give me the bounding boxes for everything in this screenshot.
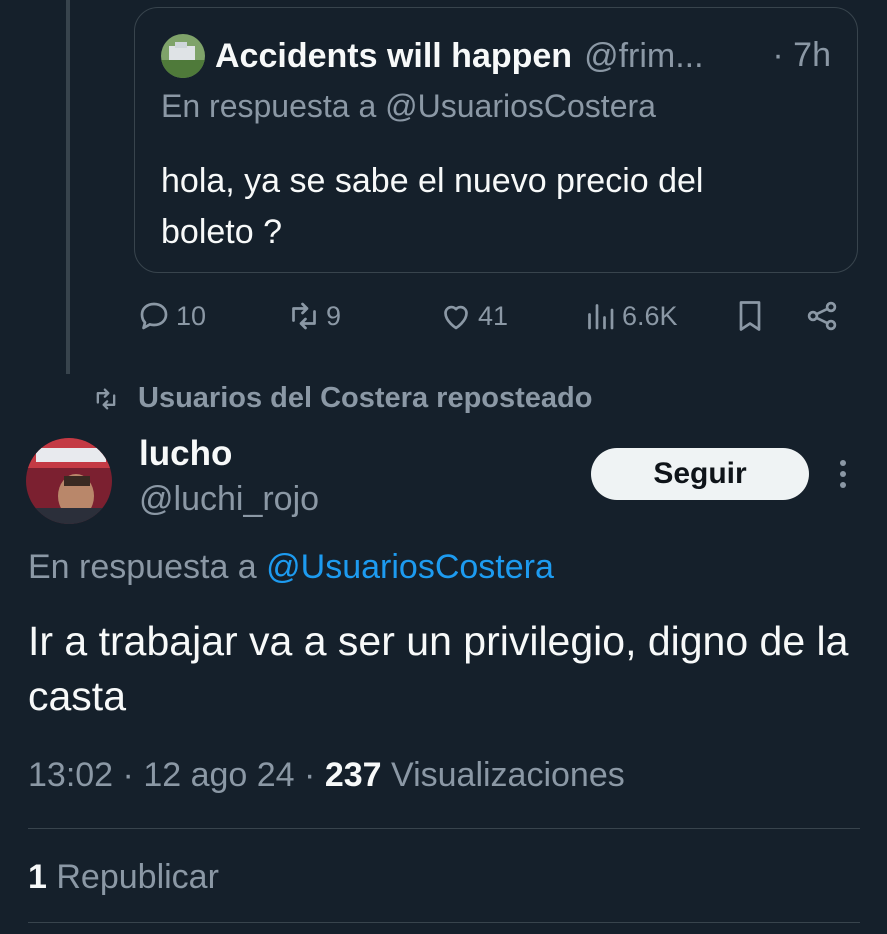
views-icon: [588, 304, 614, 330]
reply-mention[interactable]: @UsuariosCostera: [266, 548, 554, 586]
more-icon[interactable]: [830, 456, 856, 492]
quoted-reply-mention[interactable]: @UsuariosCostera: [385, 88, 656, 124]
quoted-author-name[interactable]: Accidents will happen: [215, 37, 572, 76]
reply-button[interactable]: 10: [136, 298, 206, 334]
repost-button[interactable]: 9: [286, 298, 341, 334]
quoted-tweet-time[interactable]: · 7h: [772, 36, 831, 75]
repost-count: 9: [326, 300, 342, 331]
divider: [28, 922, 860, 923]
reply-count: 10: [176, 300, 207, 331]
tweet-text: Ir a trabajar va a ser un privilegio, di…: [28, 618, 849, 719]
quoted-author-avatar[interactable]: [161, 34, 205, 78]
repost-icon: [96, 388, 116, 409]
quoted-tweet[interactable]: Accidents will happen @frim... · 7h En r…: [134, 7, 858, 273]
reply-context: En respuesta a @UsuariosCostera: [28, 548, 554, 587]
views-count: 6.6K: [622, 300, 678, 331]
divider: [28, 828, 860, 829]
repost-banner-text: Usuarios del Costera reposteado: [138, 382, 593, 414]
reposts-summary[interactable]: 1 Republicar: [28, 858, 219, 897]
reply-icon: [140, 302, 168, 330]
tweet-date[interactable]: 12 ago 24: [143, 756, 294, 794]
repost-banner[interactable]: Usuarios del Costera reposteado: [92, 382, 592, 415]
meta-separator: ·: [304, 756, 316, 794]
author-avatar[interactable]: [26, 438, 112, 524]
share-icon: [807, 301, 837, 331]
views-button[interactable]: 6.6K: [582, 298, 678, 334]
quoted-author-handle[interactable]: @frim...: [584, 37, 704, 76]
quoted-reply-context: En respuesta a @UsuariosCostera: [161, 88, 656, 125]
reposts-label: Republicar: [56, 858, 219, 896]
author-name[interactable]: lucho: [139, 434, 232, 474]
quoted-tweet-text: hola, ya se sabe el nuevo precio del bol…: [161, 162, 704, 251]
author-handle[interactable]: @luchi_rojo: [139, 480, 319, 519]
bookmark-button[interactable]: [732, 298, 768, 334]
like-icon: [444, 305, 468, 330]
tweet-meta: 13:02 · 12 ago 24 · 237 Visualizaciones: [28, 756, 625, 795]
quoted-reply-prefix: En respuesta a: [161, 88, 377, 124]
bookmark-icon: [739, 301, 761, 331]
views-label: Visualizaciones: [391, 756, 625, 794]
like-count: 41: [478, 300, 509, 331]
reposts-total: 1: [28, 858, 47, 896]
views-total: 237: [324, 756, 382, 794]
quoted-tweet-header: Accidents will happen @frim...: [161, 34, 704, 78]
like-button[interactable]: 41: [438, 298, 508, 334]
reply-prefix: En respuesta a: [28, 548, 257, 586]
meta-separator: ·: [122, 756, 134, 794]
quoted-tweet-actions: 10 9 41 6.6K: [0, 298, 887, 344]
repost-icon: [292, 302, 316, 330]
follow-button[interactable]: Seguir: [591, 448, 809, 500]
share-button[interactable]: [804, 298, 840, 334]
tweet-time[interactable]: 13:02: [28, 756, 113, 794]
